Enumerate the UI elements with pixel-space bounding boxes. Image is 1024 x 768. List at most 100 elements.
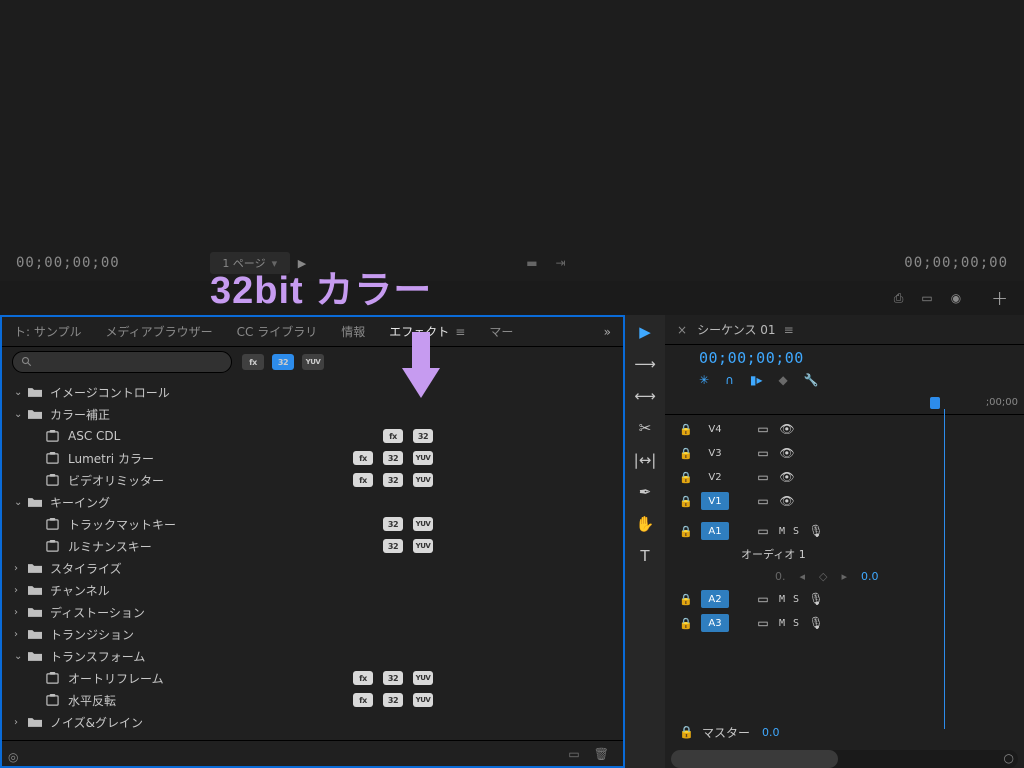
creative-cloud-icon[interactable]: ◎ <box>8 750 18 764</box>
panel-tab-0[interactable]: ト: サンプル <box>14 323 82 340</box>
tree-folder[interactable]: ⌄キーイング <box>8 491 623 513</box>
chevron-icon[interactable]: › <box>14 629 28 640</box>
sequence-tab[interactable]: シーケンス 01 <box>697 321 794 338</box>
mute-solo-label[interactable]: M S <box>779 526 800 537</box>
magnet-icon[interactable]: ∩ <box>725 373 734 387</box>
lock-icon[interactable]: 🔒 <box>679 447 693 460</box>
eye-icon[interactable]: 👁 <box>779 422 795 436</box>
panel-tab-4[interactable]: エフェクト <box>389 323 465 340</box>
zoom-out-icon[interactable]: ○ <box>1004 751 1014 765</box>
marker-icon[interactable]: ▬ <box>526 256 537 270</box>
lock-icon[interactable]: 🔒 <box>679 495 693 508</box>
toggle-output-icon[interactable]: ▭ <box>755 616 771 630</box>
toggle-output-icon[interactable]: ▭ <box>755 592 771 606</box>
chevron-icon[interactable]: ⌄ <box>14 651 28 662</box>
rolling-tool-icon[interactable]: ⟷ <box>634 387 656 405</box>
panel-tab-5[interactable]: マー <box>489 323 513 340</box>
track-name[interactable]: A2 <box>701 590 729 608</box>
trim-icon[interactable]: ⇥ <box>556 256 566 270</box>
tree-folder[interactable]: ⌄カラー補正 <box>8 403 623 425</box>
export-frame-icon[interactable]: ⎙ <box>894 291 904 306</box>
lock-icon[interactable]: 🔒 <box>679 593 693 606</box>
toggle-output-icon[interactable]: ▭ <box>755 446 771 460</box>
tree-preset[interactable]: ルミナンスキー32YUV <box>8 535 623 557</box>
track-name[interactable]: V4 <box>701 420 729 438</box>
track-name[interactable]: A1 <box>701 522 729 540</box>
tree-preset[interactable]: ビデオリミッターfx32YUV <box>8 469 623 491</box>
pen-tool-icon[interactable]: ✒ <box>639 483 652 501</box>
filter-badge-fx[interactable]: fx <box>242 354 264 370</box>
playhead-icon[interactable] <box>930 397 940 409</box>
chevron-icon[interactable]: ⌄ <box>14 497 28 508</box>
camera-icon[interactable]: ◉ <box>951 291 961 306</box>
panel-tab-2[interactable]: CC ライブラリ <box>237 323 318 340</box>
toggle-output-icon[interactable]: ▭ <box>755 494 771 508</box>
snap-icon[interactable]: ✳ <box>699 373 709 387</box>
tree-folder[interactable]: ›チャンネル <box>8 579 623 601</box>
marker-tool-icon[interactable]: ◆ <box>779 373 788 387</box>
mic-icon[interactable]: 🎙 <box>808 524 824 538</box>
close-icon[interactable]: × <box>677 323 687 337</box>
lock-icon[interactable]: 🔒 <box>679 725 694 739</box>
lock-icon[interactable]: 🔒 <box>679 471 693 484</box>
tree-folder[interactable]: ›トランジション <box>8 623 623 645</box>
play-button[interactable]: ▶ <box>298 257 306 270</box>
audio-track-header[interactable]: 🔒A2▭M S🎙 <box>679 587 1024 611</box>
type-tool-icon[interactable]: T <box>640 547 649 565</box>
toggle-output-icon[interactable]: ▭ <box>755 470 771 484</box>
ripple-tool-icon[interactable]: ⟶ <box>634 355 656 373</box>
effects-search-input[interactable] <box>12 351 232 373</box>
tree-folder[interactable]: ›ディストーション <box>8 601 623 623</box>
eye-icon[interactable]: 👁 <box>779 446 795 460</box>
lock-icon[interactable]: 🔒 <box>679 423 693 436</box>
chevron-icon[interactable]: › <box>14 717 28 728</box>
slip-tool-icon[interactable]: |↔| <box>634 451 657 469</box>
track-name[interactable]: V1 <box>701 492 729 510</box>
tree-folder[interactable]: ⌄イメージコントロール <box>8 381 623 403</box>
tree-preset[interactable]: ASC CDLfx32 <box>8 425 623 447</box>
panel-tab-1[interactable]: メディアブラウザー <box>106 323 213 340</box>
tree-preset[interactable]: トラックマットキー32YUV <box>8 513 623 535</box>
add-panel-button[interactable]: + <box>991 286 1008 310</box>
lock-icon[interactable]: 🔒 <box>679 617 693 630</box>
timeline-timecode[interactable]: 00;00;00;00 <box>699 349 1010 367</box>
mic-icon[interactable]: 🎙 <box>808 616 824 630</box>
tree-preset[interactable]: オートリフレームfx32YUV <box>8 667 623 689</box>
audio-keyframe-row[interactable]: 0.◂◇▸0.0 <box>679 565 1024 587</box>
tree-preset[interactable]: 水平反転fx32YUV <box>8 689 623 711</box>
tree-folder[interactable]: ⌄トランスフォーム <box>8 645 623 667</box>
tree-preset[interactable]: Lumetri カラーfx32YUV <box>8 447 623 469</box>
toggle-output-icon[interactable]: ▭ <box>755 524 771 538</box>
video-track-header[interactable]: 🔒 V3 ▭ 👁 <box>679 441 1024 465</box>
page-dropdown[interactable]: 1 ページ▾ <box>210 252 290 274</box>
video-track-header[interactable]: 🔒 V1 ▭ 👁 <box>679 489 1024 513</box>
timeline-ruler[interactable]: ;00;00 <box>665 397 1024 415</box>
panel-tab-3[interactable]: 情報 <box>341 323 365 340</box>
toggle-output-icon[interactable]: ▭ <box>755 422 771 436</box>
audio-track-header[interactable]: 🔒A1▭M S🎙 <box>679 519 1024 543</box>
track-name[interactable]: V3 <box>701 444 729 462</box>
filter-badge-yuv[interactable]: YUV <box>302 354 324 370</box>
track-name[interactable]: A3 <box>701 614 729 632</box>
tabs-overflow-icon[interactable]: » <box>604 325 611 339</box>
tree-folder[interactable]: ›スタイライズ <box>8 557 623 579</box>
eye-icon[interactable]: 👁 <box>779 470 795 484</box>
mute-solo-label[interactable]: M S <box>779 594 800 605</box>
audio-track-header[interactable]: 🔒 A3 ▭ M S 🎙 <box>679 611 1024 635</box>
scrollbar-thumb[interactable] <box>671 750 838 768</box>
chevron-icon[interactable]: › <box>14 563 28 574</box>
linked-selection-icon[interactable]: ▮▸ <box>750 373 763 387</box>
mute-solo-label[interactable]: M S <box>779 618 800 629</box>
chevron-icon[interactable]: ⌄ <box>14 387 28 398</box>
chevron-icon[interactable]: › <box>14 585 28 596</box>
wrench-icon[interactable]: 🔧 <box>804 373 819 387</box>
chevron-icon[interactable]: ⌄ <box>14 409 28 420</box>
track-name[interactable]: V2 <box>701 468 729 486</box>
razor-tool-icon[interactable]: ✂ <box>639 419 652 437</box>
eye-icon[interactable]: 👁 <box>779 494 795 508</box>
video-track-header[interactable]: 🔒 V4 ▭ 👁 <box>679 417 1024 441</box>
delete-icon[interactable]: 🗑 <box>594 747 609 761</box>
hand-tool-icon[interactable]: ✋ <box>636 515 655 533</box>
new-bin-icon[interactable]: ▭ <box>568 747 579 761</box>
effects-tree[interactable]: ⌄イメージコントロール⌄カラー補正ASC CDLfx32Lumetri カラーf… <box>2 377 623 740</box>
